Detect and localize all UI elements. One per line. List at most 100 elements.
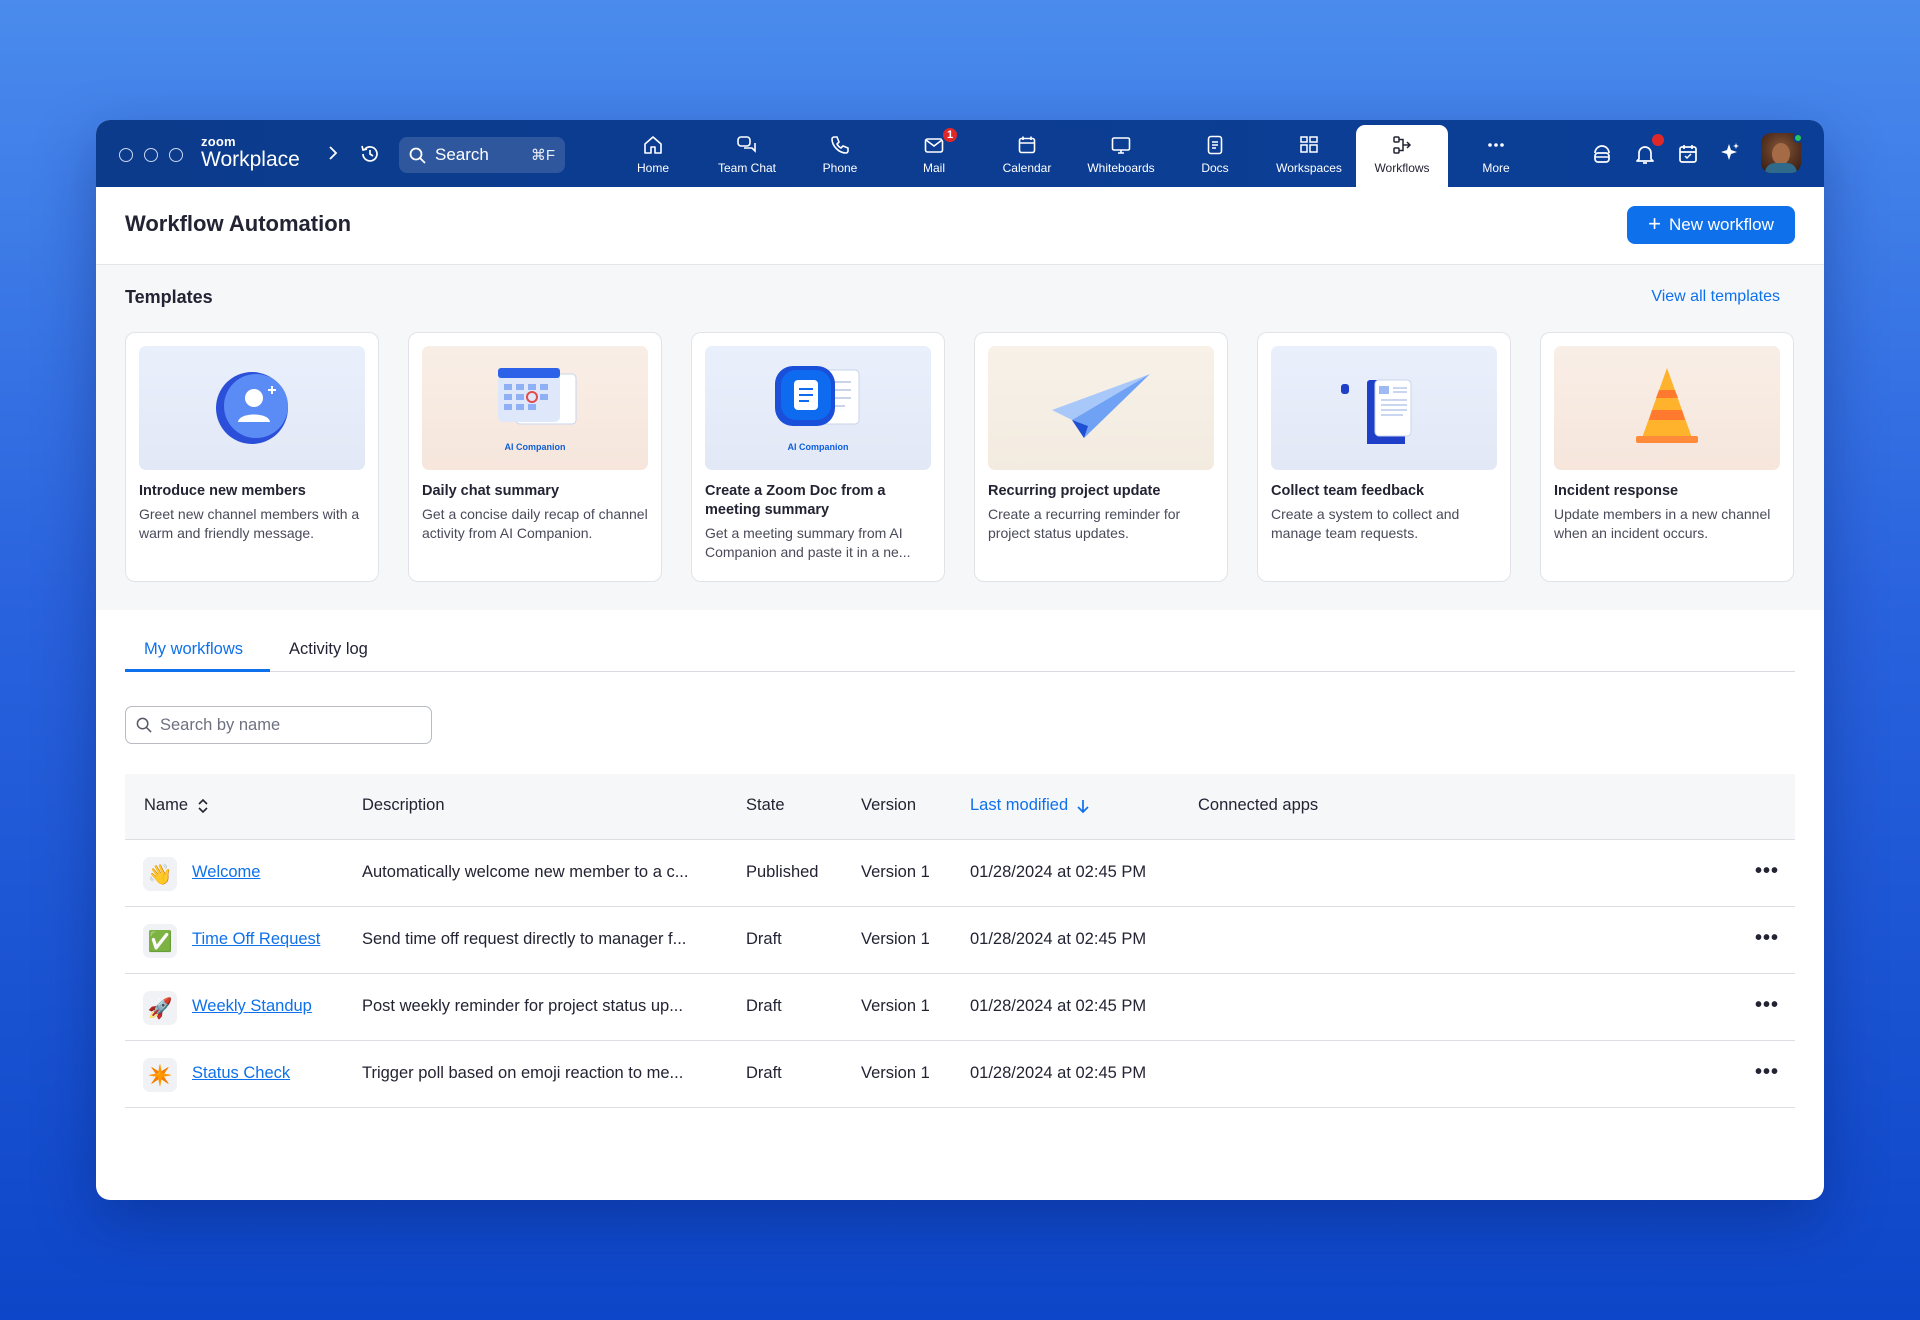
nav-docs[interactable]: Docs: [1169, 125, 1261, 187]
template-title: Recurring project update: [988, 483, 1161, 499]
star-burst-icon: ✴️: [143, 1058, 177, 1092]
workflow-state: Draft: [746, 997, 782, 1015]
nav-more-label: More: [1482, 161, 1510, 175]
workflow-tabs: My workflows Activity log: [125, 630, 1795, 672]
column-name-label: Name: [144, 796, 189, 814]
ai-companion-badge: AI Companion: [787, 442, 849, 452]
template-card-introduce-new-members[interactable]: Introduce new members Greet new channel …: [125, 332, 379, 582]
headset-icon[interactable]: [1590, 142, 1614, 166]
calendar-check-icon[interactable]: [1676, 142, 1700, 166]
template-card-incident-response[interactable]: Incident response Update members in a ne…: [1540, 332, 1794, 582]
workflow-description: Send time off request directly to manage…: [362, 930, 687, 948]
nav-team-chat[interactable]: Team Chat: [701, 125, 793, 187]
nav-phone[interactable]: Phone: [794, 125, 886, 187]
column-header-last-modified[interactable]: Last modified: [970, 796, 1090, 815]
template-card-create-zoom-doc[interactable]: AI Companion Create a Zoom Doc from a me…: [691, 332, 945, 582]
table-row: 👋 Welcome Automatically welcome new memb…: [125, 840, 1795, 907]
bell-icon[interactable]: [1633, 141, 1657, 167]
column-header-state: State: [746, 796, 785, 814]
close-window-button[interactable]: [119, 148, 133, 162]
chat-icon: [737, 136, 756, 153]
history-icon[interactable]: [358, 142, 382, 166]
app-window: zoom Workplace Search ⌘F Home Team Chat: [96, 120, 1824, 1200]
template-description: Create a system to collect and manage te…: [1271, 506, 1460, 541]
ai-sparkle-icon[interactable]: [1718, 141, 1742, 165]
template-card-collect-team-feedback[interactable]: Collect team feedback Create a system to…: [1257, 332, 1511, 582]
brand-top-text: zoom: [201, 134, 236, 149]
view-all-templates-link[interactable]: View all templates: [1651, 288, 1780, 306]
tab-activity-log[interactable]: Activity log: [289, 640, 368, 668]
active-tab-indicator: [125, 669, 270, 672]
workflow-name-link[interactable]: Welcome: [192, 863, 260, 882]
nav-calendar[interactable]: Calendar: [981, 125, 1073, 187]
nav-workspaces[interactable]: Workspaces: [1263, 125, 1355, 187]
template-thumbnail: AI Companion: [705, 346, 931, 470]
template-card-recurring-project-update[interactable]: Recurring project update Create a recurr…: [974, 332, 1228, 582]
workflow-last-modified: 01/28/2024 at 02:45 PM: [970, 930, 1147, 948]
template-description: Update members in a new channel when an …: [1554, 506, 1771, 541]
column-header-name[interactable]: Name: [144, 796, 210, 815]
new-workflow-button[interactable]: + New workflow: [1627, 206, 1795, 244]
nav-whiteboards[interactable]: Whiteboards: [1075, 125, 1167, 187]
templates-section: Templates View all templates Introduce n…: [96, 265, 1824, 610]
search-by-name-input[interactable]: Search by name: [125, 706, 432, 744]
chevron-right-icon[interactable]: [323, 142, 343, 164]
presence-status-dot: [1793, 133, 1803, 143]
nav-more[interactable]: More: [1450, 125, 1542, 187]
template-description: Get a concise daily recap of channel act…: [422, 506, 648, 541]
template-thumbnail: [139, 346, 365, 470]
workflow-last-modified: 01/28/2024 at 02:45 PM: [970, 997, 1147, 1015]
waving-hand-icon: 👋: [143, 857, 177, 891]
phone-icon: [831, 136, 849, 154]
column-last-modified-label: Last modified: [970, 796, 1069, 814]
workflow-name-link[interactable]: Time Off Request: [192, 930, 320, 949]
template-thumbnail: [1554, 346, 1780, 470]
template-description: Greet new channel members with a warm an…: [139, 506, 360, 541]
ai-companion-badge: AI Companion: [504, 442, 566, 452]
row-more-actions-icon[interactable]: •••: [1755, 1061, 1779, 1084]
column-header-description: Description: [362, 796, 445, 814]
template-title: Collect team feedback: [1271, 483, 1425, 499]
user-add-icon: [216, 372, 288, 444]
column-header-version: Version: [861, 796, 917, 814]
search-placeholder: Search by name: [160, 715, 281, 734]
global-search[interactable]: Search ⌘F: [399, 137, 565, 173]
search-icon: [409, 147, 426, 164]
tab-my-workflows[interactable]: My workflows: [144, 640, 243, 668]
minimize-window-button[interactable]: [144, 148, 158, 162]
nav-docs-label: Docs: [1201, 161, 1229, 175]
template-thumbnail: [988, 346, 1214, 470]
workflow-version: Version 1: [861, 930, 930, 948]
brand-bottom-text: Workplace: [201, 148, 300, 171]
template-thumbnail: AI Companion: [422, 346, 648, 470]
nav-calendar-label: Calendar: [1002, 161, 1052, 175]
maximize-window-button[interactable]: [169, 148, 183, 162]
workflow-version: Version 1: [861, 1064, 930, 1082]
workflow-name-link[interactable]: Status Check: [192, 1064, 290, 1083]
new-workflow-label: New workflow: [1669, 215, 1774, 234]
nav-phone-label: Phone: [822, 161, 858, 175]
row-more-actions-icon[interactable]: •••: [1755, 994, 1779, 1017]
workflow-version: Version 1: [861, 997, 930, 1015]
template-description: Create a recurring reminder for project …: [988, 506, 1181, 541]
template-title: Introduce new members: [139, 483, 306, 499]
whiteboard-icon: [1111, 137, 1131, 154]
nav-home[interactable]: Home: [607, 125, 699, 187]
nav-workflows[interactable]: Workflows: [1356, 125, 1448, 187]
app-logo: zoom Workplace: [201, 135, 300, 170]
page-header: Workflow Automation + New workflow: [96, 187, 1824, 265]
template-card-daily-chat-summary[interactable]: AI Companion Daily chat summary Get a co…: [408, 332, 662, 582]
row-more-actions-icon[interactable]: •••: [1755, 860, 1779, 883]
nav-mail[interactable]: Mail 1: [888, 125, 980, 187]
mail-unread-badge: 1: [941, 126, 959, 144]
template-title: Create a Zoom Doc from a meeting summary: [705, 483, 886, 518]
row-more-actions-icon[interactable]: •••: [1755, 927, 1779, 950]
workflow-name-link[interactable]: Weekly Standup: [192, 997, 312, 1016]
workflows-icon: [1393, 136, 1412, 154]
arrow-down-icon: [1077, 799, 1089, 813]
home-icon: [644, 136, 662, 154]
workflow-last-modified: 01/28/2024 at 02:45 PM: [970, 1064, 1147, 1082]
docs-icon: [1207, 135, 1223, 155]
search-icon: [136, 717, 152, 733]
template-title: Incident response: [1554, 483, 1679, 499]
